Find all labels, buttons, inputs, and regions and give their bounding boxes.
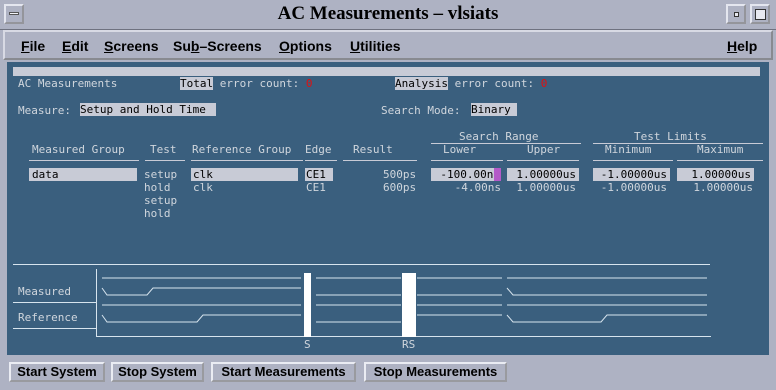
button-bar: Start System Stop System Start Measureme… bbox=[0, 358, 776, 390]
setup-marker-label: S bbox=[304, 338, 311, 351]
start-system-button[interactable]: Start System bbox=[9, 362, 105, 382]
stop-system-button[interactable]: Stop System bbox=[111, 362, 204, 382]
menu-sub-screens[interactable]: Sub–Screens bbox=[173, 38, 262, 54]
menu-edit[interactable]: Edit bbox=[62, 38, 88, 54]
setup-marker[interactable] bbox=[304, 273, 311, 337]
measurement-panel: AC Measurements Total error count: 0 Ana… bbox=[7, 62, 769, 355]
waveform-traces bbox=[101, 277, 707, 323]
menu-screens[interactable]: Screens bbox=[104, 38, 159, 54]
menu-bar: File Edit Screens Sub–Screens Options Ut… bbox=[3, 30, 773, 60]
window-title: AC Measurements – vlsiats bbox=[277, 3, 499, 24]
reference-setup-marker[interactable] bbox=[402, 273, 416, 337]
stop-measurements-button[interactable]: Stop Measurements bbox=[364, 362, 507, 382]
minimize-icon bbox=[734, 12, 739, 17]
title-bar: AC Measurements – vlsiats bbox=[0, 0, 776, 30]
menu-options[interactable]: Options bbox=[279, 38, 332, 54]
menu-help[interactable]: Help bbox=[727, 38, 757, 54]
reference-setup-marker-label: RS bbox=[402, 338, 416, 351]
menu-file[interactable]: File bbox=[21, 38, 45, 54]
minimize-button[interactable] bbox=[726, 4, 746, 24]
menu-utilities[interactable]: Utilities bbox=[350, 38, 401, 54]
maximize-icon bbox=[755, 9, 766, 20]
start-measurements-button[interactable]: Start Measurements bbox=[211, 362, 356, 382]
maximize-button[interactable] bbox=[750, 4, 770, 24]
